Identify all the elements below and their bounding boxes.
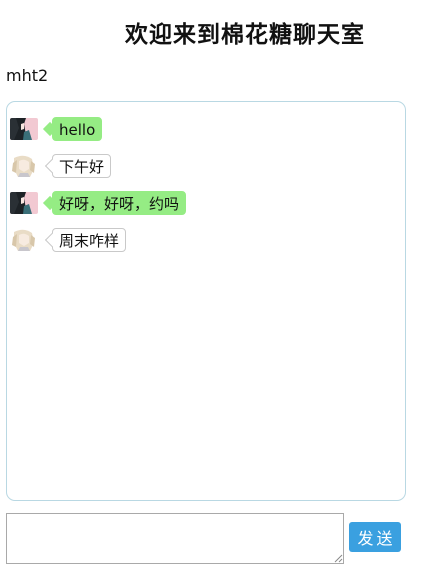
page-title: 欢迎来到棉花糖聊天室	[125, 22, 365, 48]
message-bubble: hello	[52, 117, 103, 141]
message-bubble: 周末咋样	[52, 228, 127, 252]
resize-grip-icon[interactable]	[334, 554, 343, 563]
chat-message-area[interactable]: hello 下午好 好呀，好呀，约吗 周末咋样	[6, 101, 406, 501]
user-avatar[interactable]	[10, 229, 38, 251]
message-bubble: 好呀，好呀，约吗	[52, 191, 187, 215]
message-input[interactable]	[6, 513, 344, 564]
chat-message-other: 下午好	[10, 153, 112, 179]
user-avatar[interactable]	[10, 192, 38, 214]
chat-message-other: 周末咋样	[10, 227, 127, 253]
send-button[interactable]: 发送	[349, 522, 401, 552]
chat-message-self: 好呀，好呀，约吗	[10, 190, 187, 216]
message-bubble: 下午好	[52, 154, 112, 178]
current-username: mht2	[6, 66, 49, 85]
chat-message-self: hello	[10, 116, 103, 142]
user-avatar[interactable]	[10, 155, 38, 177]
user-avatar[interactable]	[10, 118, 38, 140]
